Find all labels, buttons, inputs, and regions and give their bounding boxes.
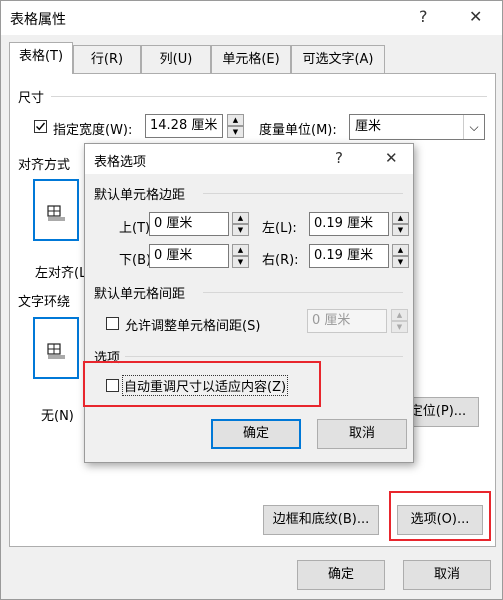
spin-up-icon[interactable]: ▲: [392, 212, 409, 224]
divider: [203, 193, 403, 194]
dialog-title-bar: 表格选项 ? ✕: [85, 144, 413, 174]
help-icon[interactable]: ?: [419, 7, 428, 26]
left-margin-input[interactable]: 0.19 厘米: [309, 212, 389, 236]
spin-down-icon[interactable]: ▼: [392, 224, 409, 236]
close-icon[interactable]: ✕: [469, 7, 482, 26]
borders-shading-button[interactable]: 边框和底纹(B)...: [263, 505, 379, 535]
right-margin-input[interactable]: 0.19 厘米: [309, 244, 389, 268]
dialog-title: 表格选项: [94, 155, 147, 170]
spin-down-icon[interactable]: ▼: [227, 126, 244, 138]
align-left-option[interactable]: [33, 179, 79, 241]
align-left-icon: [47, 205, 65, 221]
checkmark-icon: [36, 122, 46, 131]
right-margin-label: 右(R):: [262, 253, 299, 268]
tab-alt-text[interactable]: 可选文字(A): [291, 45, 385, 73]
width-input[interactable]: 14.28 厘米: [145, 114, 223, 138]
top-margin-spinner[interactable]: ▲ ▼: [232, 212, 249, 236]
align-left-label: 左对齐(L: [35, 266, 87, 281]
divider: [203, 292, 403, 293]
left-margin-spinner[interactable]: ▲ ▼: [392, 212, 409, 236]
allow-spacing-label: 允许调整单元格间距(S): [125, 319, 261, 334]
spin-down-icon[interactable]: ▼: [232, 224, 249, 236]
tab-column[interactable]: 列(U): [141, 45, 211, 73]
tab-cell[interactable]: 单元格(E): [211, 45, 291, 73]
width-spinner[interactable]: ▲ ▼: [227, 114, 244, 138]
window-title: 表格属性: [10, 12, 66, 28]
title-bar: 表格属性 ? ✕: [1, 1, 502, 35]
bottom-margin-spinner[interactable]: ▲ ▼: [232, 244, 249, 268]
spin-up-icon[interactable]: ▲: [232, 212, 249, 224]
specify-width-label: 指定宽度(W):: [53, 123, 133, 138]
spin-down-icon[interactable]: ▼: [392, 256, 409, 268]
divider: [51, 96, 487, 97]
unit-select-value: 厘米: [355, 119, 382, 134]
options-button-highlight: [389, 491, 491, 541]
spin-down-icon: ▼: [391, 321, 408, 333]
dialog-cancel-button[interactable]: 取消: [317, 419, 407, 449]
dialog-help-icon[interactable]: ?: [335, 149, 343, 167]
spacing-spinner: ▲ ▼: [391, 309, 408, 333]
spacing-section-title: 默认单元格间距: [94, 287, 186, 302]
margins-section-title: 默认单元格边距: [94, 188, 186, 203]
dialog-close-icon[interactable]: ✕: [385, 149, 398, 167]
cancel-button[interactable]: 取消: [403, 560, 491, 590]
tab-row[interactable]: 行(R): [73, 45, 141, 73]
wrap-none-option[interactable]: [33, 317, 79, 379]
tab-table[interactable]: 表格(T): [9, 42, 73, 74]
divider: [125, 356, 403, 357]
autoresize-highlight: [83, 361, 321, 407]
ok-button[interactable]: 确定: [297, 560, 385, 590]
wrap-none-label: 无(N): [41, 409, 74, 424]
allow-spacing-checkbox[interactable]: [106, 317, 119, 330]
bottom-margin-input[interactable]: 0 厘米: [149, 244, 229, 268]
wrap-none-icon: [47, 343, 65, 359]
alignment-section-title: 对齐方式: [18, 158, 71, 173]
spin-up-icon: ▲: [391, 309, 408, 321]
spin-down-icon[interactable]: ▼: [232, 256, 249, 268]
spin-up-icon[interactable]: ▲: [227, 114, 244, 126]
size-section-title: 尺寸: [18, 91, 45, 106]
wrapping-section-title: 文字环绕: [18, 295, 71, 310]
spin-up-icon[interactable]: ▲: [232, 244, 249, 256]
right-margin-spinner[interactable]: ▲ ▼: [392, 244, 409, 268]
left-margin-label: 左(L):: [262, 221, 297, 236]
dialog-ok-button[interactable]: 确定: [211, 419, 301, 449]
specify-width-checkbox[interactable]: [34, 120, 47, 133]
table-options-dialog: 表格选项 ? ✕ 默认单元格边距 上(T): 0 厘米 ▲ ▼ 左(L): 0.1…: [84, 143, 414, 463]
chevron-down-icon: ⌵: [463, 115, 484, 139]
top-margin-input[interactable]: 0 厘米: [149, 212, 229, 236]
unit-select[interactable]: 厘米 ⌵: [349, 114, 485, 140]
spin-up-icon[interactable]: ▲: [392, 244, 409, 256]
spacing-input: 0 厘米: [307, 309, 387, 333]
unit-label: 度量单位(M):: [259, 123, 337, 138]
